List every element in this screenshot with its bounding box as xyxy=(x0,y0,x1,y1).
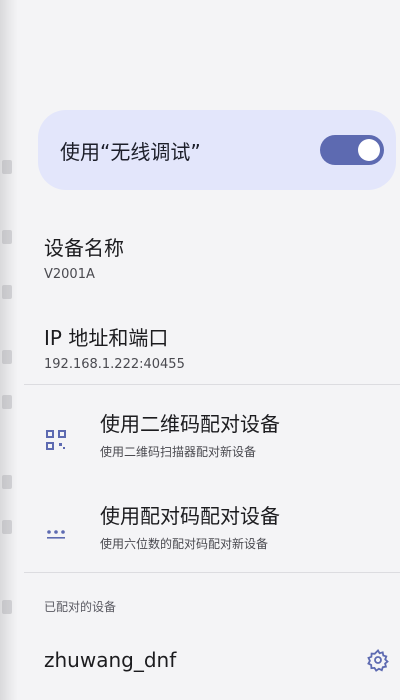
switch-knob xyxy=(358,139,380,161)
paired-device-name: zhuwang_dnf xyxy=(44,648,177,672)
pair-with-code-title: 使用配对码配对设备 xyxy=(100,504,280,528)
pair-with-qr-text: 使用二维码配对设备 使用二维码扫描器配对新设备 xyxy=(100,408,280,460)
wireless-debugging-switch[interactable] xyxy=(320,135,384,165)
paired-devices-header: 已配对的设备 xyxy=(44,600,117,614)
background-fragment xyxy=(2,160,12,174)
gear-icon[interactable] xyxy=(366,648,390,672)
dots-icon xyxy=(47,530,65,539)
background-fragment xyxy=(2,350,12,364)
pair-with-code-row[interactable]: 使用配对码配对设备 使用六位数的配对码配对新设备 xyxy=(44,500,390,570)
qr-code-icon xyxy=(46,430,66,450)
background-fragment xyxy=(2,475,12,489)
pair-with-code-text: 使用配对码配对设备 使用六位数的配对码配对新设备 xyxy=(100,500,280,552)
divider xyxy=(24,384,400,385)
wireless-debugging-toggle-row[interactable]: 使用“无线调试” xyxy=(38,110,396,190)
wireless-debugging-label: 使用“无线调试” xyxy=(60,139,201,164)
wireless-debugging-panel: 使用“无线调试” 设备名称 V2001A IP 地址和端口 192.168.1.… xyxy=(24,0,400,700)
background-fragment xyxy=(2,600,12,614)
paired-device-row[interactable]: zhuwang_dnf xyxy=(44,640,390,680)
background-fragment xyxy=(2,285,12,299)
background-fragment xyxy=(2,230,12,244)
ip-port-title: IP 地址和端口 xyxy=(44,326,169,350)
device-name-value: V2001A xyxy=(44,267,95,282)
device-name-row[interactable]: 设备名称 V2001A xyxy=(44,232,390,282)
ip-port-value: 192.168.1.222:40455 xyxy=(44,357,185,372)
divider xyxy=(24,572,400,573)
background-app-edge xyxy=(0,0,18,700)
background-fragment xyxy=(2,520,12,534)
ip-port-row: IP 地址和端口 192.168.1.222:40455 xyxy=(44,322,390,372)
pair-with-qr-row[interactable]: 使用二维码配对设备 使用二维码扫描器配对新设备 xyxy=(44,408,390,478)
pair-with-qr-title: 使用二维码配对设备 xyxy=(100,412,280,436)
pair-with-code-subtitle: 使用六位数的配对码配对新设备 xyxy=(100,537,269,551)
pair-with-qr-subtitle: 使用二维码扫描器配对新设备 xyxy=(100,445,257,459)
background-fragment xyxy=(2,395,12,409)
device-name-title: 设备名称 xyxy=(44,236,124,260)
